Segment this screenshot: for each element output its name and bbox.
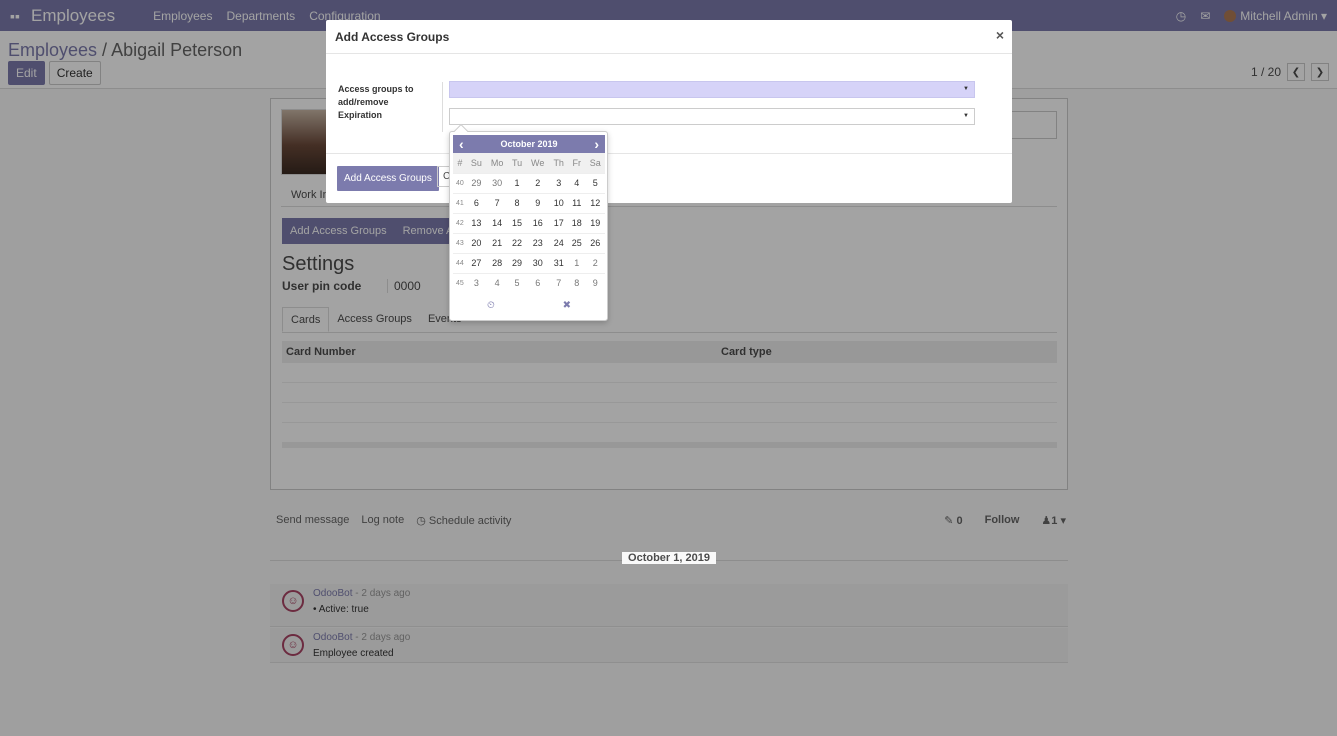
calendar-day[interactable]: 7 [549, 272, 568, 293]
calendar-day[interactable]: 2 [585, 252, 605, 273]
calendar-week-row: 42 13 14 15 16 17 18 19 [453, 212, 605, 233]
calendar-day[interactable]: 6 [466, 192, 487, 213]
calendar-day[interactable]: 13 [466, 212, 487, 233]
calendar-day[interactable]: 1 [567, 252, 586, 273]
calendar-day[interactable]: 5 [585, 172, 605, 193]
caret-down-icon[interactable]: ▼ [963, 113, 969, 119]
add-access-groups-submit-button[interactable]: Add Access Groups [337, 166, 439, 191]
calendar-day[interactable]: 16 [525, 212, 550, 233]
calendar-day[interactable]: 15 [508, 212, 526, 233]
calendar-week-row: 45 3 4 5 6 7 8 9 [453, 272, 605, 293]
calendar-week-row: 43 20 21 22 23 24 25 26 [453, 232, 605, 253]
week-number: 42 [453, 212, 467, 233]
label-separator [442, 82, 443, 132]
calendar-day[interactable]: 12 [585, 192, 605, 213]
weekday-header: Tu [508, 153, 526, 173]
week-number: 44 [453, 252, 467, 273]
datepicker-popup: ‹ October 2019 › # Su Mo Tu We Th Fr Sa … [449, 123, 608, 321]
calendar-day[interactable]: 6 [525, 272, 550, 293]
weekday-header: Sa [585, 153, 605, 173]
calendar-day[interactable]: 7 [486, 192, 509, 213]
caret-down-icon[interactable]: ▼ [963, 86, 969, 92]
weekday-header-row: # Su Mo Tu We Th Fr Sa [453, 153, 605, 173]
calendar-grid: # Su Mo Tu We Th Fr Sa 40 29 30 1 2 3 4 … [453, 153, 605, 293]
next-month-icon[interactable]: › [594, 136, 599, 152]
datepicker-header: ‹ October 2019 › [453, 135, 605, 153]
calendar-day-today[interactable]: 3 [549, 172, 568, 193]
week-number: 41 [453, 192, 467, 213]
calendar-day[interactable]: 1 [508, 172, 526, 193]
calendar-day[interactable]: 27 [466, 252, 487, 273]
dialog-header: Add Access Groups × [326, 20, 1012, 54]
calendar-day[interactable]: 29 [466, 172, 487, 193]
close-icon[interactable]: × [996, 27, 1004, 43]
calendar-day[interactable]: 25 [567, 232, 586, 253]
calendar-day[interactable]: 24 [549, 232, 568, 253]
calendar-day[interactable]: 2 [525, 172, 550, 193]
calendar-day[interactable]: 31 [549, 252, 568, 273]
clear-icon[interactable]: ✖ [563, 300, 571, 311]
calendar-day[interactable]: 29 [508, 252, 526, 273]
access-groups-label: Access groups to add/remove [338, 83, 414, 109]
expiration-label: Expiration [338, 110, 383, 120]
calendar-day[interactable]: 14 [486, 212, 509, 233]
week-number: 40 [453, 172, 467, 193]
weekday-header: Su [466, 153, 487, 173]
dialog-footer: Add Access Groups C [326, 153, 1012, 203]
calendar-day[interactable]: 4 [486, 272, 509, 293]
access-groups-label-line2: add/remove [338, 97, 389, 107]
calendar-day[interactable]: 5 [508, 272, 526, 293]
week-number-header: # [453, 153, 467, 173]
weekday-header: Th [549, 153, 568, 173]
weekday-header: Fr [567, 153, 586, 173]
access-groups-label-line1: Access groups to [338, 84, 414, 94]
calendar-day[interactable]: 22 [508, 232, 526, 253]
calendar-day[interactable]: 10 [549, 192, 568, 213]
prev-month-icon[interactable]: ‹ [459, 136, 464, 152]
calendar-week-row: 44 27 28 29 30 31 1 2 [453, 252, 605, 273]
expiration-input[interactable]: ▼ [449, 108, 975, 125]
calendar-day[interactable]: 23 [525, 232, 550, 253]
weekday-header: We [525, 153, 550, 173]
calendar-day[interactable]: 11 [567, 192, 586, 213]
calendar-day[interactable]: 18 [567, 212, 586, 233]
calendar-day[interactable]: 8 [508, 192, 526, 213]
access-groups-input[interactable]: ▼ [449, 81, 975, 98]
calendar-week-row: 41 6 7 8 9 10 11 12 [453, 192, 605, 213]
calendar-day[interactable]: 17 [549, 212, 568, 233]
date-separator-label: October 1, 2019 [622, 552, 716, 564]
clock-icon[interactable]: ⏲ [487, 300, 495, 311]
week-number: 45 [453, 272, 467, 293]
calendar-day[interactable]: 30 [486, 172, 509, 193]
calendar-day[interactable]: 20 [466, 232, 487, 253]
calendar-day[interactable]: 8 [567, 272, 586, 293]
calendar-day[interactable]: 4 [567, 172, 586, 193]
calendar-day[interactable]: 30 [525, 252, 550, 273]
dialog-title: Add Access Groups [335, 30, 450, 44]
calendar-day[interactable]: 19 [585, 212, 605, 233]
calendar-day[interactable]: 9 [585, 272, 605, 293]
weekday-header: Mo [486, 153, 509, 173]
datepicker-footer: ⏲ ✖ [453, 295, 605, 315]
add-access-groups-dialog: Add Access Groups × Access groups to add… [326, 20, 1012, 203]
calendar-day[interactable]: 28 [486, 252, 509, 273]
month-label[interactable]: October 2019 [500, 139, 557, 149]
calendar-week-row: 40 29 30 1 2 3 4 5 [453, 172, 605, 193]
week-number: 43 [453, 232, 467, 253]
calendar-day[interactable]: 21 [486, 232, 509, 253]
calendar-day[interactable]: 3 [466, 272, 487, 293]
calendar-day[interactable]: 26 [585, 232, 605, 253]
calendar-day[interactable]: 9 [525, 192, 550, 213]
